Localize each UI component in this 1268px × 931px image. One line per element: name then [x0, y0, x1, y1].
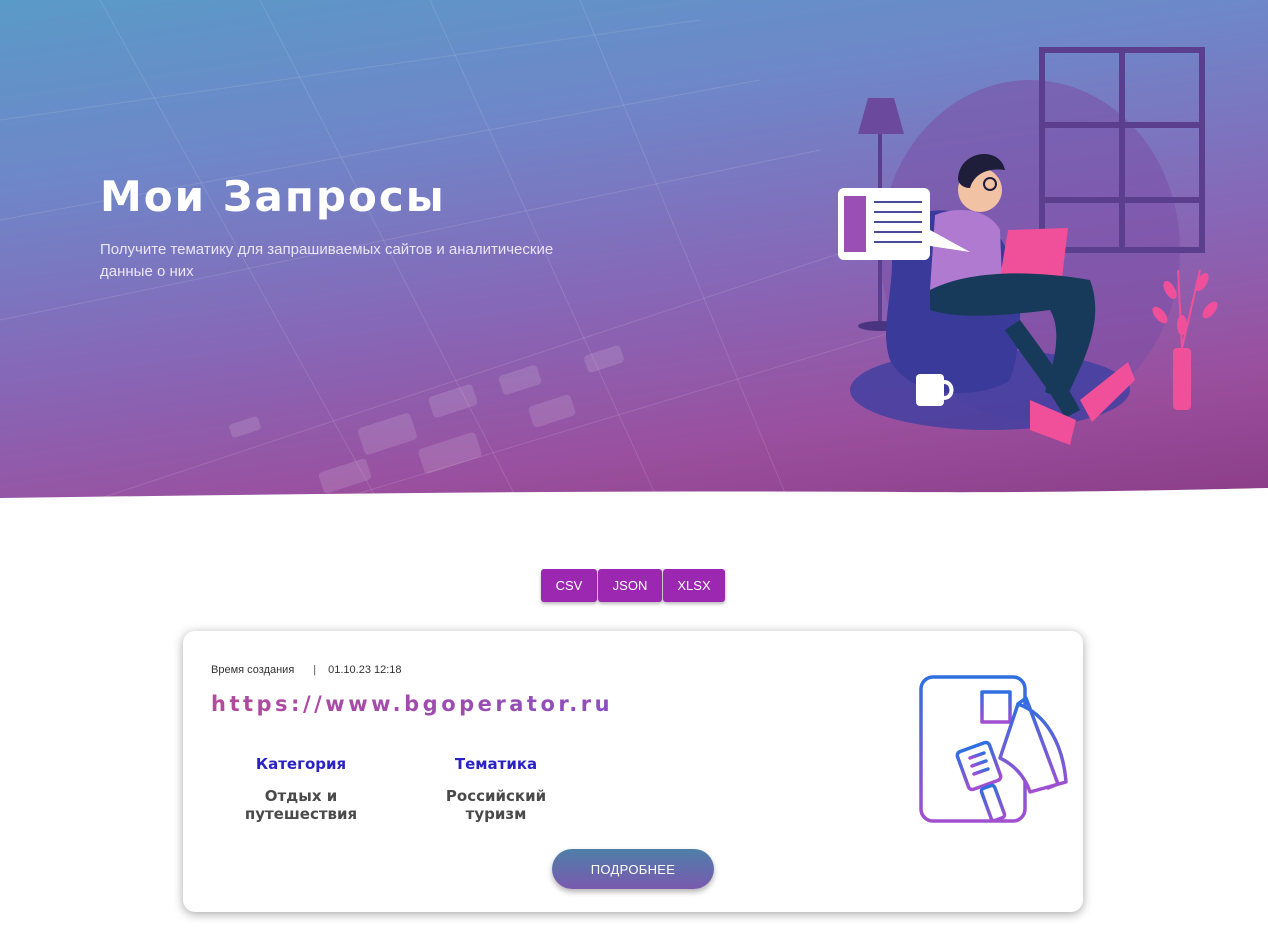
export-buttons: CSV JSON XLSX — [541, 569, 725, 602]
page-subtitle: Получите тематику для запрашиваемых сайт… — [100, 241, 554, 280]
creation-time: Время создания | 01.10.23 12:18 — [211, 664, 402, 676]
category-value: Отдых и путешествия — [244, 787, 358, 823]
creation-time-label: Время создания — [211, 664, 295, 676]
person-with-laptop-illustration — [838, 47, 1218, 445]
news-megaphone-icon — [919, 675, 1068, 823]
topic-column: Тематика Российский туризм — [416, 755, 576, 823]
topic-label: Тематика — [454, 755, 538, 773]
page-title: Мои Запросы — [100, 172, 446, 221]
creation-time-value: 01.10.23 12:18 — [328, 664, 402, 676]
more-details-button[interactable]: ПОДРОБНЕЕ — [552, 849, 714, 889]
export-json-button[interactable]: JSON — [598, 569, 662, 602]
export-xlsx-button[interactable]: XLSX — [663, 569, 725, 602]
hero-banner: Мои Запросы Получите тематику для запраш… — [0, 0, 1268, 505]
creation-time-separator: | — [313, 664, 317, 676]
request-card: Время создания | 01.10.23 12:18 https://… — [183, 631, 1083, 912]
category-label: Категория — [255, 755, 347, 773]
topic-value: Российский туризм — [445, 787, 547, 823]
export-csv-button[interactable]: CSV — [541, 569, 597, 602]
hero-wave-divider — [0, 488, 1268, 505]
request-url: https://www.bgoperator.ru — [211, 692, 614, 716]
category-column: Категория Отдых и путешествия — [211, 755, 391, 823]
